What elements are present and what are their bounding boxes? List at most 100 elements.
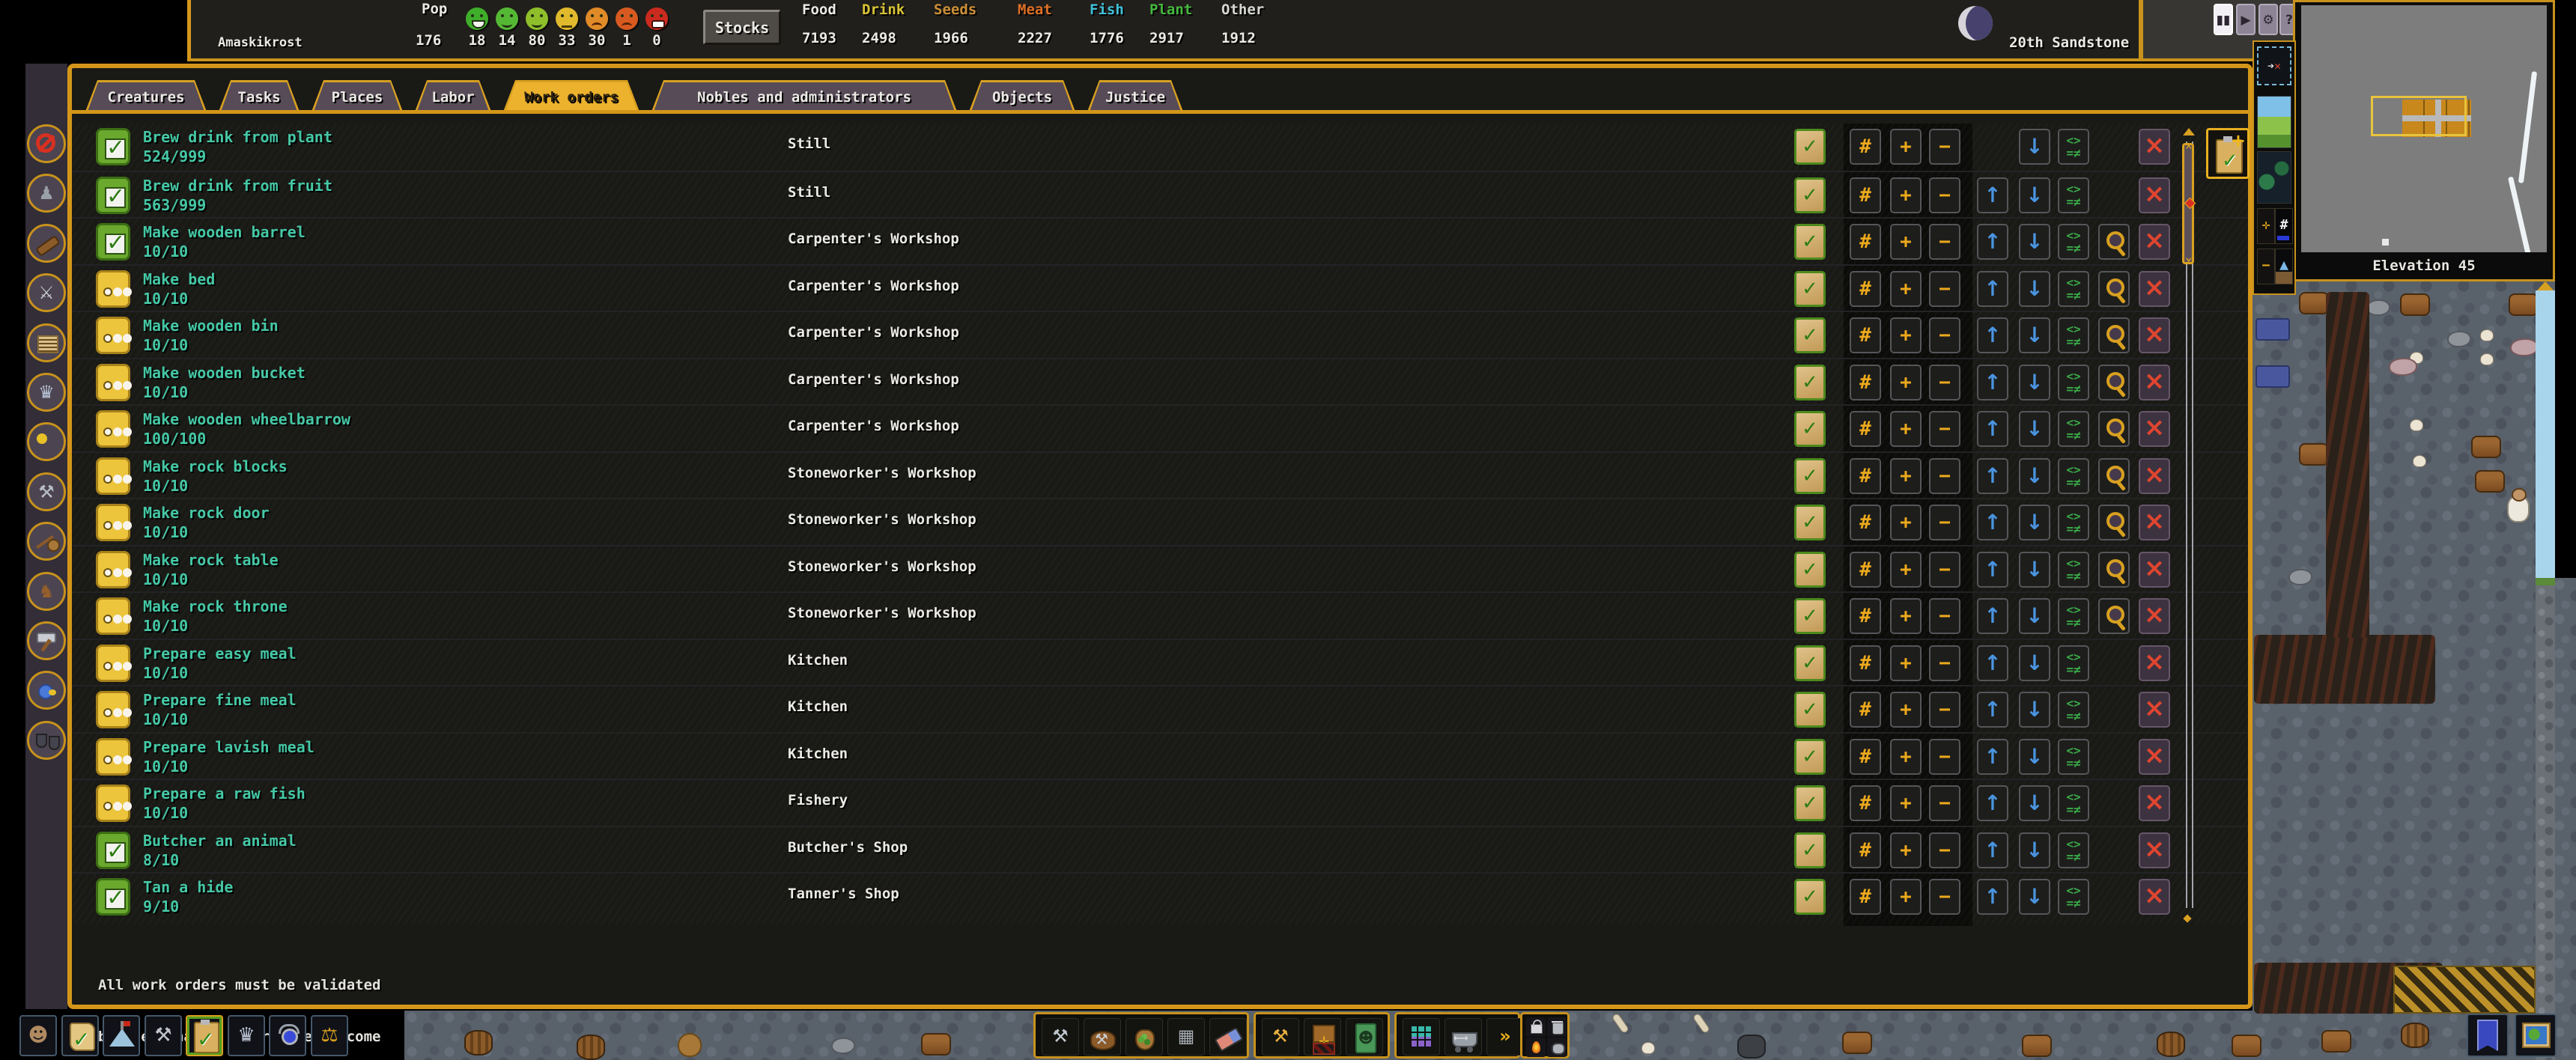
- settings-button[interactable]: ⚙: [2258, 4, 2278, 35]
- increase-button[interactable]: +: [1890, 505, 1922, 540]
- move-up-button[interactable]: ↑: [1977, 598, 2008, 634]
- move-down-button[interactable]: ↓: [2019, 271, 2050, 307]
- set-quantity-button[interactable]: #: [1850, 224, 1881, 260]
- move-up-button[interactable]: ↑: [1977, 177, 2008, 213]
- remove-order-button[interactable]: ×: [2139, 177, 2170, 213]
- set-quantity-button[interactable]: #: [1850, 645, 1881, 681]
- conditions-button[interactable]: <>=≠: [2058, 692, 2089, 728]
- bottom-tab-tasks[interactable]: ✓: [61, 1015, 99, 1056]
- bottom-tab-objects[interactable]: [269, 1015, 306, 1056]
- increase-button[interactable]: +: [1890, 832, 1922, 868]
- validate-scroll-button[interactable]: ✓: [1794, 832, 1826, 868]
- validate-scroll-button[interactable]: ✓: [1794, 879, 1826, 915]
- goblets-icon[interactable]: [27, 721, 66, 760]
- decrease-button[interactable]: −: [1929, 645, 1960, 681]
- tab-creatures[interactable]: Creatures: [85, 80, 207, 112]
- weather-icon[interactable]: [27, 422, 66, 461]
- conditions-button[interactable]: <>=≠: [2058, 177, 2089, 213]
- decrease-button[interactable]: −: [1929, 177, 1960, 213]
- new-work-order-button[interactable]: + ✓: [2206, 128, 2250, 179]
- details-magnifier-button[interactable]: [2098, 598, 2130, 634]
- zoom-in-button[interactable]: ✛: [2257, 208, 2275, 244]
- mallet-icon[interactable]: [27, 621, 66, 660]
- move-up-button[interactable]: ↑: [1977, 365, 2008, 400]
- set-quantity-button[interactable]: #: [1850, 832, 1881, 868]
- bottom-tab-labor[interactable]: ⚒: [145, 1015, 182, 1056]
- conditions-button[interactable]: <>=≠: [2058, 129, 2089, 165]
- minimap-area[interactable]: [2301, 5, 2547, 252]
- move-up-button[interactable]: ↑: [1977, 411, 2008, 447]
- validate-scroll-button[interactable]: ✓: [1794, 598, 1826, 634]
- conditions-button[interactable]: <>=≠: [2058, 505, 2089, 540]
- bottom-tab-places[interactable]: [103, 1015, 140, 1056]
- increase-button[interactable]: +: [1890, 317, 1922, 353]
- decrease-button[interactable]: −: [1929, 411, 1960, 447]
- statue-icon[interactable]: ♟: [27, 174, 66, 213]
- validate-scroll-button[interactable]: ✓: [1794, 739, 1826, 775]
- decrease-button[interactable]: −: [1929, 552, 1960, 588]
- set-quantity-button[interactable]: #: [1850, 739, 1881, 775]
- increase-button[interactable]: +: [1890, 879, 1922, 915]
- bottom-button-world-map[interactable]: [2515, 1014, 2557, 1057]
- button-rock-toggle[interactable]: [1547, 1038, 1567, 1057]
- move-up-button[interactable]: ↑: [1977, 645, 2008, 681]
- tab-labor[interactable]: Labor: [415, 80, 491, 112]
- elevation-view-button[interactable]: ▲: [2275, 249, 2293, 284]
- move-up-button[interactable]: ↑: [1977, 552, 2008, 588]
- animal-icon[interactable]: ♞: [27, 572, 66, 611]
- move-down-button[interactable]: ↓: [2019, 879, 2050, 915]
- set-quantity-button[interactable]: #: [1850, 785, 1881, 821]
- button-erase[interactable]: [1209, 1018, 1247, 1056]
- validate-scroll-button[interactable]: ✓: [1794, 317, 1826, 353]
- move-down-button[interactable]: ↓: [2019, 598, 2050, 634]
- set-quantity-button[interactable]: #: [1850, 411, 1881, 447]
- zoom-out-button[interactable]: −: [2257, 249, 2275, 284]
- decrease-button[interactable]: −: [1929, 224, 1960, 260]
- bottom-button-squads[interactable]: [2467, 1014, 2509, 1057]
- move-down-button[interactable]: ↓: [2019, 411, 2050, 447]
- move-down-button[interactable]: ↓: [2019, 458, 2050, 494]
- conditions-button[interactable]: <>=≠: [2058, 832, 2089, 868]
- decrease-button[interactable]: −: [1929, 129, 1960, 165]
- move-down-button[interactable]: ↓: [2019, 317, 2050, 353]
- conditions-button[interactable]: <>=≠: [2058, 365, 2089, 400]
- set-quantity-button[interactable]: #: [1850, 177, 1881, 213]
- button-mine[interactable]: ⚒: [1042, 1018, 1079, 1056]
- validate-scroll-button[interactable]: ✓: [1794, 129, 1826, 165]
- move-up-button[interactable]: ↑: [1977, 458, 2008, 494]
- move-down-button[interactable]: ↓: [2019, 645, 2050, 681]
- validate-scroll-button[interactable]: ✓: [1794, 177, 1826, 213]
- button-hauling-routes[interactable]: [1445, 1018, 1482, 1056]
- conditions-button[interactable]: <>=≠: [2058, 645, 2089, 681]
- decrease-button[interactable]: −: [1929, 505, 1960, 540]
- validate-scroll-button[interactable]: ✓: [1794, 271, 1826, 307]
- increase-button[interactable]: +: [1890, 598, 1922, 634]
- conditions-button[interactable]: <>=≠: [2058, 552, 2089, 588]
- move-up-button[interactable]: ↑: [1977, 505, 2008, 540]
- conditions-button[interactable]: <>=≠: [2058, 317, 2089, 353]
- button-forbid-toggle[interactable]: [1526, 1017, 1546, 1037]
- increase-button[interactable]: +: [1890, 739, 1922, 775]
- details-magnifier-button[interactable]: [2098, 552, 2130, 588]
- increase-button[interactable]: +: [1890, 129, 1922, 165]
- button-stockpile-paint[interactable]: [1403, 1018, 1440, 1056]
- validate-scroll-button[interactable]: ✓: [1794, 645, 1826, 681]
- move-down-button[interactable]: ↓: [2019, 832, 2050, 868]
- remove-order-button[interactable]: ×: [2139, 645, 2170, 681]
- increase-button[interactable]: +: [1890, 692, 1922, 728]
- cancel-selection-button[interactable]: ➔✕: [2257, 46, 2291, 85]
- conditions-button[interactable]: <>=≠: [2058, 739, 2089, 775]
- move-down-button[interactable]: ↓: [2019, 739, 2050, 775]
- cavern-view-button[interactable]: [2257, 151, 2291, 204]
- decrease-button[interactable]: −: [1929, 832, 1960, 868]
- conditions-button[interactable]: <>=≠: [2058, 411, 2089, 447]
- list-scrollbar[interactable]: [2182, 132, 2197, 916]
- remove-order-button[interactable]: ×: [2139, 317, 2170, 353]
- details-magnifier-button[interactable]: [2098, 505, 2130, 540]
- remove-order-button[interactable]: ×: [2139, 271, 2170, 307]
- remove-order-button[interactable]: ×: [2139, 879, 2170, 915]
- remove-order-button[interactable]: ×: [2139, 552, 2170, 588]
- details-magnifier-button[interactable]: [2098, 458, 2130, 494]
- validate-scroll-button[interactable]: ✓: [1794, 224, 1826, 260]
- button-magma-toggle[interactable]: [1526, 1038, 1546, 1057]
